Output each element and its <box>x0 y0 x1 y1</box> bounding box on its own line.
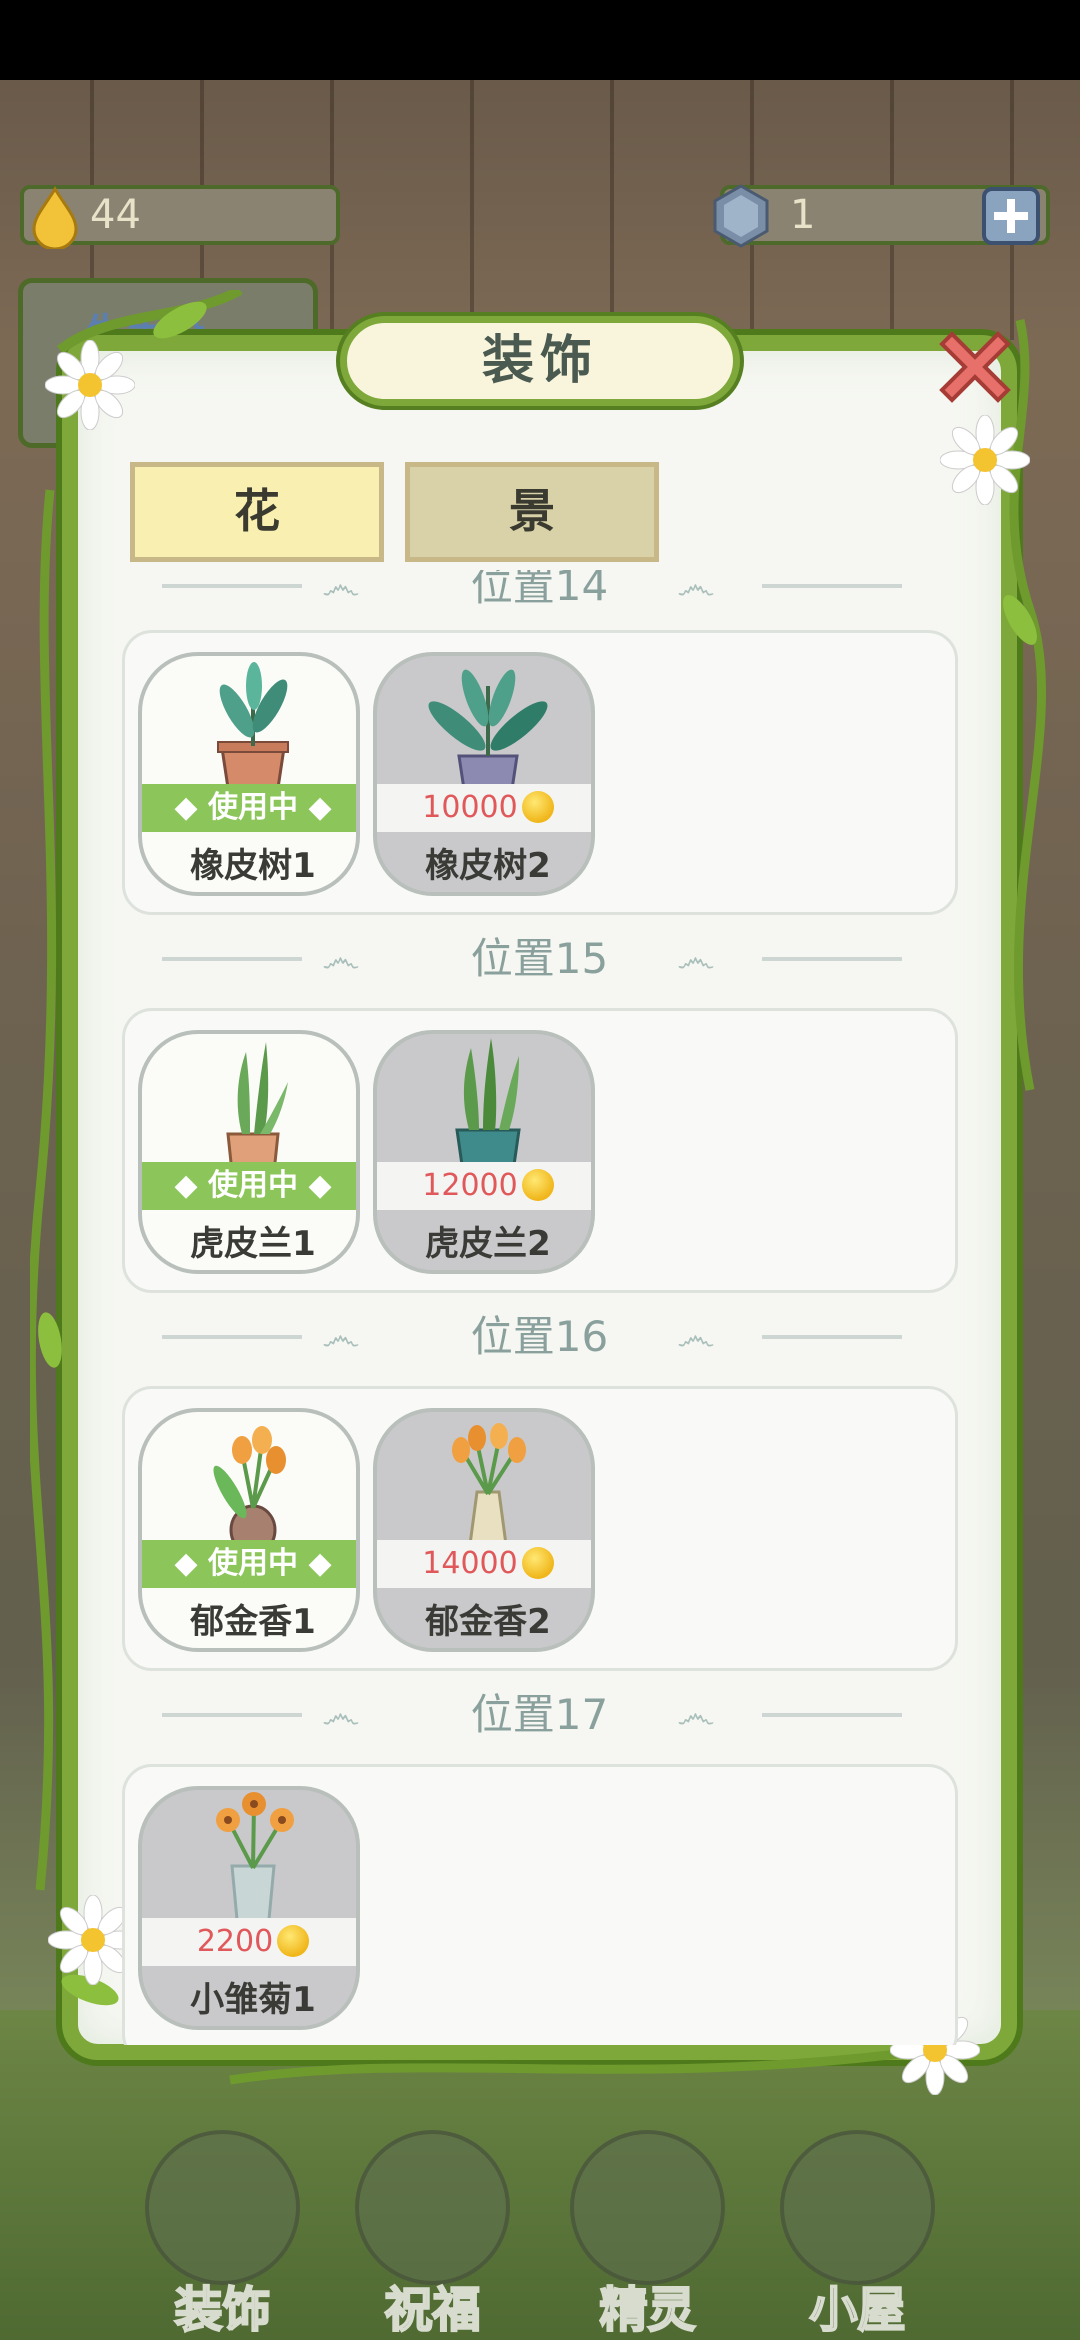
coin-icon <box>277 1925 310 1957</box>
decoration-item[interactable]: ◆ 使用中 ◆ 橡皮树1 <box>138 652 360 896</box>
price-value: 2200 <box>196 1924 274 1959</box>
close-icon <box>939 331 1011 403</box>
nav-label: 精灵 <box>598 2281 696 2339</box>
scroll-ornament-icon: ෴ <box>322 1314 360 1360</box>
daisy-icon <box>45 340 135 430</box>
in-use-badge: ◆ 使用中 ◆ <box>142 784 356 832</box>
close-button[interactable] <box>930 322 1020 412</box>
fairy-icon <box>570 2130 725 2285</box>
item-name: 郁金香2 <box>425 1602 551 1642</box>
tab-scene[interactable]: 景 <box>405 462 659 562</box>
gem-value: 1 <box>790 192 816 238</box>
price-value: 14000 <box>422 1546 518 1581</box>
section-label: ෴ 位置14 ෴ <box>78 570 1003 621</box>
dialog-title: 装饰 <box>340 316 740 406</box>
decoration-item[interactable]: ◆ 使用中 ◆ 郁金香1 <box>138 1408 360 1652</box>
price-value: 12000 <box>422 1168 518 1203</box>
nav-fairy-button[interactable]: 精灵 <box>560 2130 735 2339</box>
daisy-icon <box>940 415 1030 505</box>
section-label: ෴ 位置17 ෴ <box>78 1680 1003 1750</box>
water-value: 44 <box>90 192 141 238</box>
decoration-item[interactable]: ◆ 使用中 ◆ 虎皮兰1 <box>138 1030 360 1274</box>
decoration-item[interactable]: 14000 郁金香2 <box>373 1408 595 1652</box>
add-gem-button[interactable] <box>982 187 1040 245</box>
item-name: 小雏菊1 <box>190 1980 316 2020</box>
water-drop-icon <box>26 185 84 251</box>
price-value: 10000 <box>422 790 518 825</box>
item-name: 橡皮树2 <box>425 846 551 886</box>
in-use-badge: ◆ 使用中 ◆ <box>142 1540 356 1588</box>
house-icon <box>780 2130 935 2285</box>
price-tag: 14000 <box>377 1540 591 1588</box>
decoration-item[interactable]: 12000 虎皮兰2 <box>373 1030 595 1274</box>
coin-icon <box>521 1547 554 1579</box>
nav-label: 小屋 <box>808 2281 906 2339</box>
price-tag: 10000 <box>377 784 591 832</box>
decoration-item[interactable]: 10000 橡皮树2 <box>373 652 595 896</box>
coin-icon <box>521 1169 554 1201</box>
in-use-badge: ◆ 使用中 ◆ <box>142 1162 356 1210</box>
scroll-ornament-icon: ෴ <box>322 936 360 982</box>
section-label: ෴ 位置15 ෴ <box>78 924 1003 994</box>
scroll-ornament-icon: ෴ <box>322 1692 360 1738</box>
nav-label: 祝福 <box>383 2281 481 2339</box>
nav-decoration-button[interactable]: 装饰 <box>135 2130 310 2339</box>
plant-icon <box>145 2130 300 2285</box>
decoration-list[interactable]: ෴ 位置14 ෴ ◆ 使用中 ◆ 橡皮树1 10000 橡皮树2 ෴ 位置15 … <box>78 570 1003 2045</box>
plus-icon <box>994 199 1028 233</box>
item-name: 虎皮兰2 <box>425 1224 551 1264</box>
scroll-ornament-icon: ෴ <box>677 570 715 609</box>
decoration-item[interactable]: 2200 小雏菊1 <box>138 1786 360 2030</box>
scroll-ornament-icon: ෴ <box>677 1692 715 1738</box>
tab-flower[interactable]: 花 <box>130 462 384 562</box>
water-counter: 44 <box>20 185 340 251</box>
system-status-bar <box>0 0 1080 80</box>
nav-label: 装饰 <box>173 2281 271 2339</box>
item-name: 郁金香1 <box>190 1602 316 1642</box>
item-name: 橡皮树1 <box>190 846 316 886</box>
scroll-ornament-icon: ෴ <box>677 1314 715 1360</box>
scroll-ornament-icon: ෴ <box>322 570 360 609</box>
gem-icon <box>710 183 772 249</box>
nav-cottage-button[interactable]: 小屋 <box>770 2130 945 2339</box>
scroll-ornament-icon: ෴ <box>677 936 715 982</box>
coin-icon <box>521 791 554 823</box>
nav-blessing-button[interactable]: 祝福 <box>345 2130 520 2339</box>
section-label: ෴ 位置16 ෴ <box>78 1302 1003 1372</box>
price-tag: 2200 <box>142 1918 356 1966</box>
price-tag: 12000 <box>377 1162 591 1210</box>
butterfly-icon <box>355 2130 510 2285</box>
gem-counter: 1 <box>713 184 1050 248</box>
item-name: 虎皮兰1 <box>190 1224 316 1264</box>
